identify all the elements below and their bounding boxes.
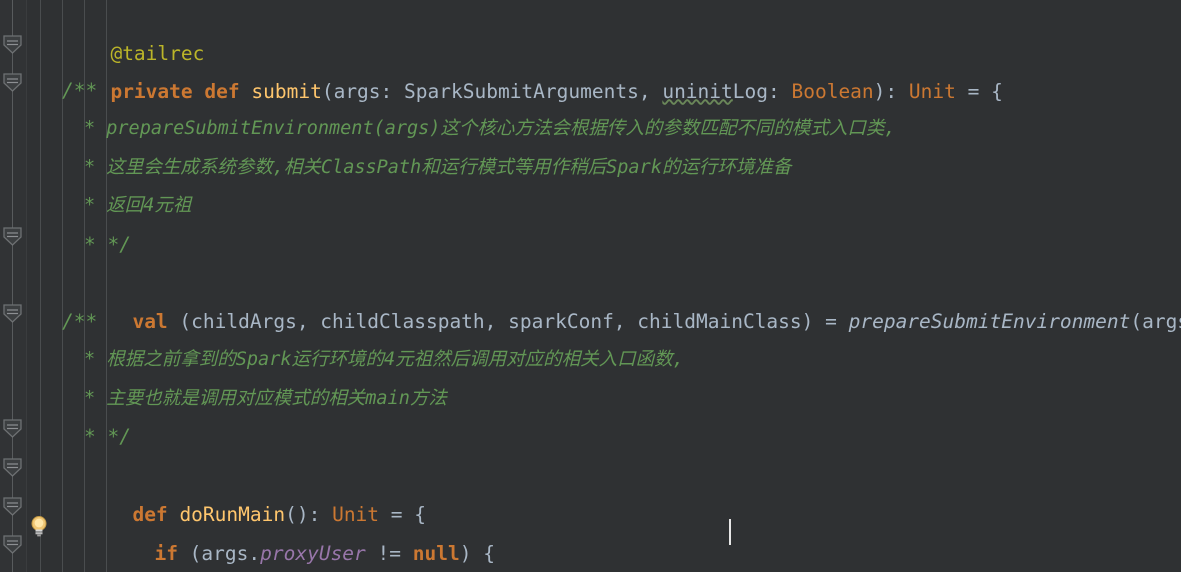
code-line-4[interactable]: * prepareSubmitEnvironment(args)这个核心方法会根…	[84, 110, 896, 149]
chevron-collapse-icon	[3, 535, 22, 554]
chevron-collapse-icon	[3, 73, 22, 92]
code-line-8[interactable]: val (childArgs, childClasspath, sparkCon…	[62, 264, 1181, 333]
type-boolean: Boolean	[791, 79, 874, 103]
code-surface[interactable]: @tailrec private def submit(args: SparkS…	[26, 0, 1181, 572]
code-line-6[interactable]: * 返回4元祖	[84, 187, 191, 226]
sp	[193, 80, 205, 103]
chevron-collapse-icon	[3, 227, 22, 246]
fold-collapsed-3[interactable]	[2, 226, 23, 248]
code-line-13[interactable]: def doRunMain(): Unit = {	[62, 457, 426, 526]
method-name-submit: submit	[251, 79, 322, 103]
param-uninitlog-rest: Log:	[732, 79, 792, 103]
keyword-def: def	[204, 79, 240, 103]
intention-bulb-button[interactable]	[29, 515, 49, 537]
code-line-16[interactable]: UserGroupInformation.getCurrentUser())	[106, 556, 646, 572]
fold-collapsed-8[interactable]	[2, 534, 23, 556]
code-line-16-clip[interactable]: UserGroupInformation.getCurrentUser())	[26, 556, 1181, 572]
chevron-collapse-icon	[3, 304, 22, 323]
chevron-collapse-icon	[3, 458, 22, 477]
fold-collapsed-6[interactable]	[2, 457, 23, 479]
lightbulb-icon	[31, 516, 47, 537]
param-args: args:	[333, 79, 405, 103]
code-line-2[interactable]: private def submit(args: SparkSubmitArgu…	[40, 34, 1002, 103]
keyword-val-1: val	[132, 309, 168, 333]
type-unit: Unit	[908, 79, 956, 103]
sp2	[240, 80, 252, 103]
fold-collapsed-5[interactable]	[2, 418, 23, 440]
paren-close-colon: ):	[873, 79, 909, 103]
spellcheck-uninit: uninit	[662, 79, 733, 103]
chevron-collapse-icon	[3, 419, 22, 438]
fold-collapsed-4[interactable]	[2, 303, 23, 325]
code-line-1[interactable]: @tailrec	[40, 0, 204, 65]
comma-1: ,	[638, 79, 663, 103]
fold-collapsed-7[interactable]	[2, 496, 23, 518]
keyword-private: private	[110, 79, 193, 103]
code-editor[interactable]: @tailrec private def submit(args: SparkS…	[0, 0, 1181, 572]
chevron-collapse-icon	[3, 35, 22, 54]
call-args-1: (args)	[1130, 309, 1181, 333]
code-line-5[interactable]: * 这里会生成系统参数,相关ClassPath和运行模式等用作稍后Spark的运…	[84, 149, 791, 188]
code-line-10[interactable]: * 根据之前拿到的Spark运行环境的4元祖然后调用对应的相关入口函数,	[84, 341, 684, 380]
paren-open: (	[321, 79, 334, 103]
code-line-3[interactable]: /**	[62, 72, 97, 111]
text-caret	[729, 519, 731, 545]
code-line-9[interactable]: /**	[62, 303, 97, 342]
call-preparesubmitenvironment: prepareSubmitEnvironment	[848, 309, 1131, 333]
chevron-collapse-icon	[3, 497, 22, 516]
assign-brace: = {	[955, 79, 1003, 103]
tuple-destructure: (childArgs, childClasspath, sparkConf, c…	[167, 309, 849, 333]
code-line-7[interactable]: * */	[84, 226, 131, 265]
type-sparksubmitarguments: SparkSubmitArguments	[404, 79, 639, 103]
code-line-14[interactable]: if (args.proxyUser != null) {	[84, 496, 495, 565]
fold-collapsed-1[interactable]	[2, 34, 23, 56]
fold-collapsed-2[interactable]	[2, 72, 23, 94]
code-line-12[interactable]: * */	[84, 418, 131, 457]
editor-gutter[interactable]	[0, 0, 27, 572]
code-line-11[interactable]: * 主要也就是调用对应模式的相关main方法	[84, 380, 447, 419]
